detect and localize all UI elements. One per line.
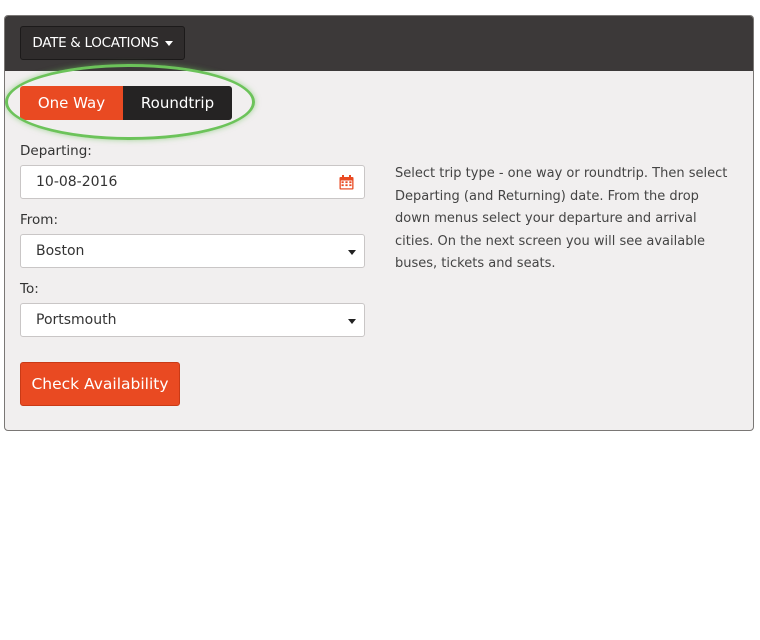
to-city-select[interactable]: Portsmouth — [20, 303, 365, 337]
to-city-value: Portsmouth — [36, 312, 117, 328]
check-availability-button[interactable]: Check Availability — [20, 362, 180, 406]
date-locations-menu-button[interactable]: DATE & LOCATIONS — [20, 26, 185, 60]
departing-date-value: 10-08-2016 — [36, 174, 118, 190]
caret-down-icon — [164, 40, 173, 46]
from-city-select[interactable]: Boston — [20, 234, 365, 268]
chevron-down-icon — [348, 250, 356, 255]
departing-date-input[interactable]: 10-08-2016 — [20, 165, 365, 199]
help-text: Select trip type - one way or roundtrip.… — [395, 166, 728, 271]
to-label: To: — [20, 281, 39, 297]
date-locations-menu-label: DATE & LOCATIONS — [32, 35, 159, 51]
panel-header: DATE & LOCATIONS — [5, 16, 753, 71]
departing-label: Departing: — [20, 143, 92, 159]
booking-panel: DATE & LOCATIONS One Way Roundtrip Depar… — [4, 15, 754, 431]
highlight-circle — [5, 64, 255, 140]
calendar-icon[interactable] — [339, 175, 354, 190]
from-city-value: Boston — [36, 243, 85, 259]
from-label: From: — [20, 212, 58, 228]
chevron-down-icon — [348, 319, 356, 324]
